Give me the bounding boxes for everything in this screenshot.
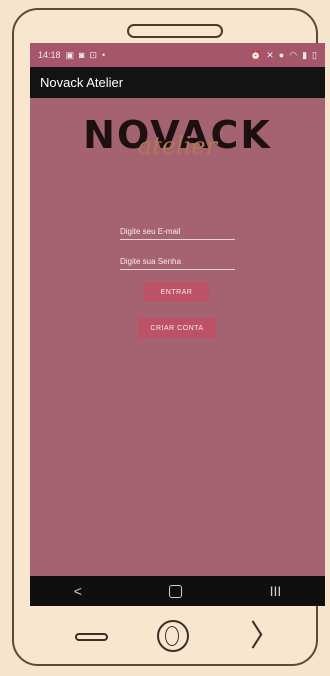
email-placeholder: Digite seu E-mail	[120, 227, 181, 236]
app-title: Novack Atelier	[40, 75, 124, 90]
email-input[interactable]: Digite seu E-mail	[120, 224, 235, 240]
back-nav-icon[interactable]: <	[74, 583, 82, 599]
login-button[interactable]: ENTRAR	[144, 282, 209, 302]
dot-icon: •	[102, 50, 106, 60]
battery-icon: ▯	[312, 49, 317, 60]
location-icon: ●	[278, 50, 285, 60]
wifi-icon: ◠	[289, 49, 298, 60]
alarm-icon: ⏰	[250, 49, 262, 60]
home-nav-icon[interactable]	[169, 584, 183, 598]
password-input[interactable]: Digite sua Senha	[120, 254, 235, 270]
system-nav-bar: < III	[30, 576, 325, 606]
settings-icon: ⊡	[89, 49, 98, 60]
login-button-label: ENTRAR	[160, 288, 193, 296]
status-bar: 14:18 ▣ ◙ ⊡ • ⏰ ✕ ● ◠ ▮ ▯	[30, 43, 325, 67]
password-placeholder: Digite sua Senha	[120, 257, 181, 266]
signal-icon: ▮	[302, 49, 308, 60]
app-bar: Novack Atelier	[30, 67, 325, 98]
logo-script: atelier	[137, 132, 218, 160]
hardware-back-icon[interactable]	[75, 633, 108, 641]
create-account-button[interactable]: CRIAR CONTA	[138, 318, 216, 338]
brand-logo: NOVACK atelier	[30, 111, 325, 171]
device-screen: 14:18 ▣ ◙ ⊡ • ⏰ ✕ ● ◠ ▮ ▯ Novack Atelier…	[30, 43, 325, 606]
hardware-buttons: 〉	[0, 610, 330, 660]
hardware-forward-icon[interactable]: 〉	[250, 622, 280, 652]
status-time: 14:18	[38, 50, 61, 60]
hardware-home-icon[interactable]	[157, 620, 189, 652]
mute-icon: ✕	[266, 49, 274, 60]
gallery-icon: ◙	[79, 50, 85, 60]
recents-nav-icon[interactable]: III	[270, 583, 282, 599]
image-icon: ▣	[65, 49, 75, 60]
speaker-slot	[127, 24, 223, 38]
create-account-button-label: CRIAR CONTA	[150, 324, 204, 332]
